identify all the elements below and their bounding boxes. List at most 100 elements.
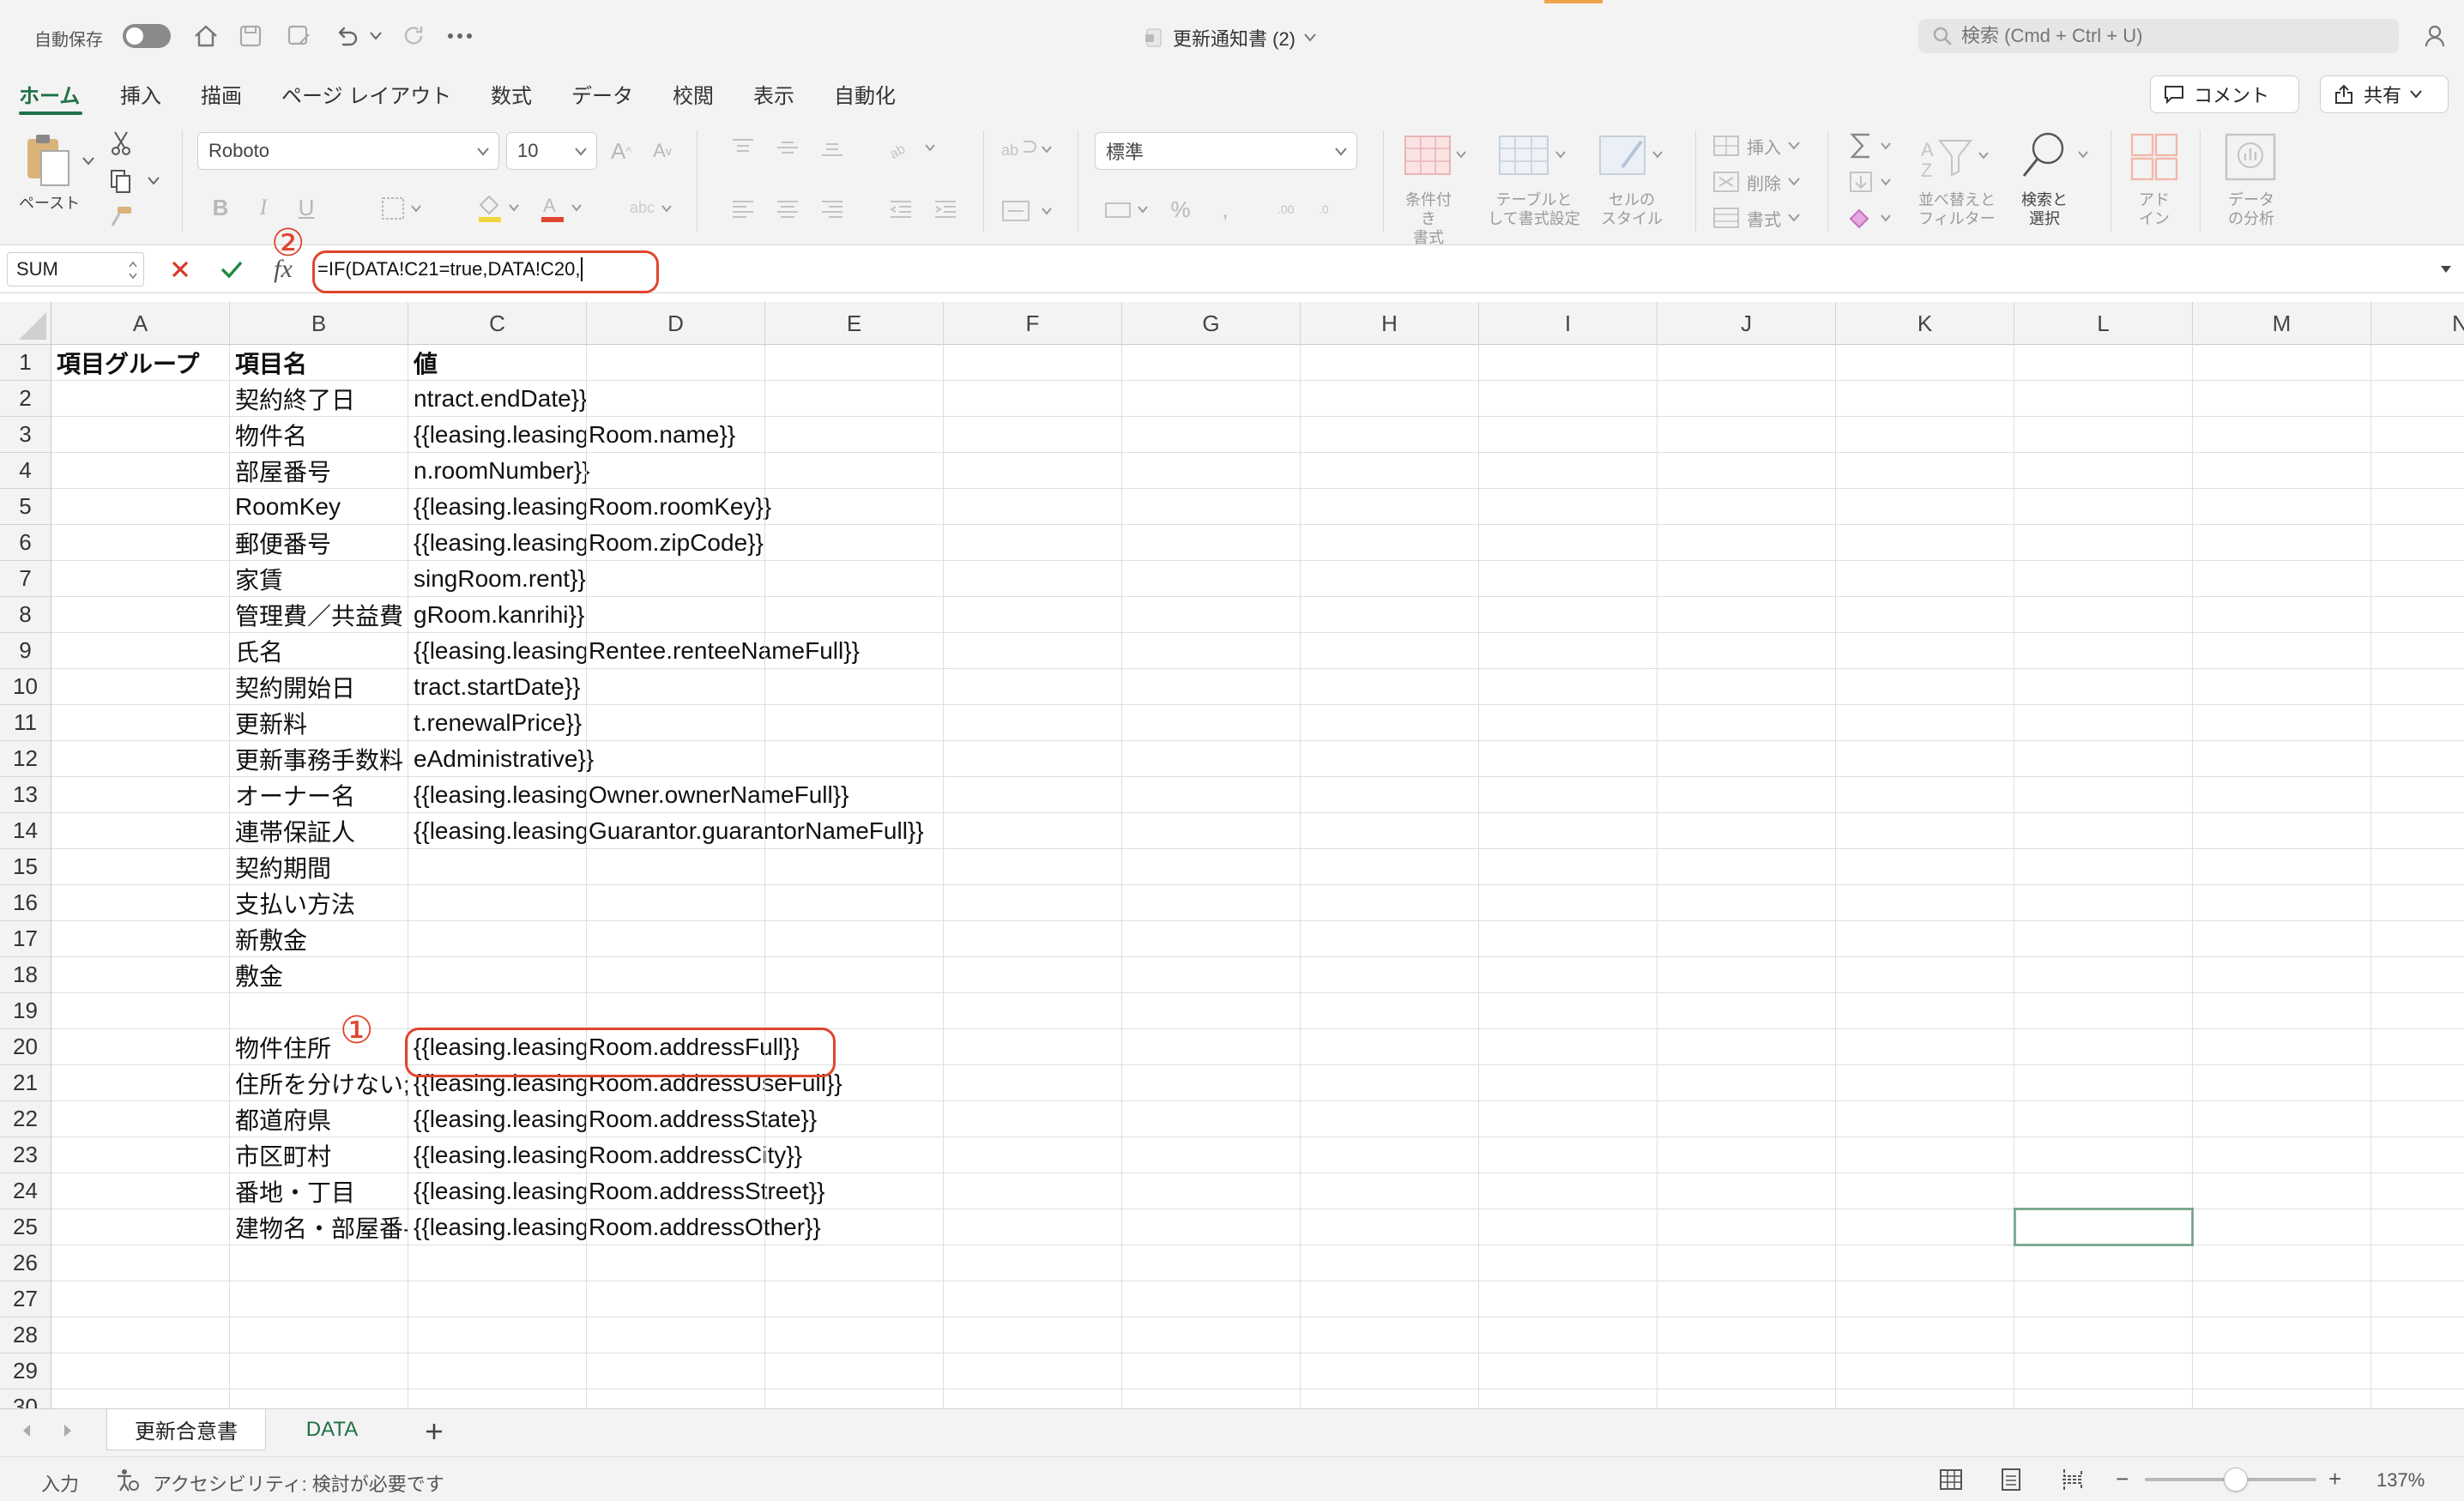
- cell-a23[interactable]: [51, 1137, 230, 1173]
- cell-a28[interactable]: [51, 1317, 230, 1353]
- tab-insert[interactable]: 挿入: [120, 79, 161, 109]
- cell-a2[interactable]: [51, 381, 230, 417]
- select-all-corner[interactable]: [0, 302, 51, 345]
- fill-icon[interactable]: [1845, 166, 1901, 197]
- cell-a27[interactable]: [51, 1281, 230, 1317]
- autosum-icon[interactable]: [1845, 129, 1901, 163]
- cell-b5[interactable]: RoomKey: [230, 489, 408, 525]
- search-box[interactable]: [1918, 19, 2399, 53]
- column-header-b[interactable]: B: [230, 302, 408, 345]
- cell-b30[interactable]: [230, 1389, 408, 1408]
- row-header[interactable]: 21: [0, 1065, 51, 1101]
- sort-filter-icon[interactable]: AZ: [1917, 129, 1999, 184]
- cell-a18[interactable]: [51, 957, 230, 993]
- cell-c1[interactable]: 値: [408, 345, 1060, 381]
- cell-a30[interactable]: [51, 1389, 230, 1408]
- tab-formulas[interactable]: 数式: [491, 79, 532, 109]
- row-header[interactable]: 5: [0, 489, 51, 525]
- row-header[interactable]: 4: [0, 453, 51, 489]
- cell-b20[interactable]: 物件住所: [230, 1029, 408, 1065]
- increase-font-icon[interactable]: A ^: [604, 132, 638, 170]
- comma-style-icon[interactable]: ,: [1208, 192, 1242, 226]
- cell-a12[interactable]: [51, 741, 230, 777]
- spreadsheet-grid[interactable]: ABCDEFGHIJKLMN 1 項目グループ 項目名値 2 契約終了日 ntract.e…: [0, 302, 2464, 1408]
- underline-icon[interactable]: U: [292, 190, 321, 225]
- previous-sheet-icon[interactable]: [15, 1420, 38, 1442]
- cell-a6[interactable]: [51, 525, 230, 561]
- save-icon[interactable]: [233, 19, 268, 53]
- cell-a5[interactable]: [51, 489, 230, 525]
- row-header[interactable]: 24: [0, 1173, 51, 1209]
- font-size-select[interactable]: 10: [506, 132, 597, 170]
- cell-b29[interactable]: [230, 1353, 408, 1389]
- cell-a25[interactable]: [51, 1209, 230, 1245]
- italic-icon[interactable]: I: [249, 190, 278, 225]
- conditional-format-icon[interactable]: [1398, 130, 1474, 184]
- cell-a22[interactable]: [51, 1101, 230, 1137]
- row-header[interactable]: 1: [0, 345, 51, 381]
- row-header[interactable]: 23: [0, 1137, 51, 1173]
- confirm-formula-icon[interactable]: [214, 254, 249, 285]
- row-header[interactable]: 27: [0, 1281, 51, 1317]
- cell-b4[interactable]: 部屋番号: [230, 453, 408, 489]
- cell-c9[interactable]: {{leasing.leasingRentee.renteeNameFull}}: [408, 633, 1060, 669]
- currency-format-icon[interactable]: [1098, 194, 1158, 225]
- tab-view[interactable]: 表示: [753, 79, 794, 109]
- cell-a16[interactable]: [51, 885, 230, 921]
- row-header[interactable]: 17: [0, 921, 51, 957]
- cell-b1[interactable]: 項目名: [230, 345, 408, 381]
- clear-icon[interactable]: [1845, 202, 1901, 233]
- row-header[interactable]: 8: [0, 597, 51, 633]
- cell-a21[interactable]: [51, 1065, 230, 1101]
- cell-c28[interactable]: [408, 1317, 1060, 1353]
- cell-b13[interactable]: オーナー名: [230, 777, 408, 813]
- number-format-select[interactable]: 標準: [1095, 132, 1357, 170]
- accessibility-icon[interactable]: [112, 1466, 142, 1493]
- column-header-l[interactable]: L: [2014, 302, 2193, 345]
- search-input[interactable]: [1961, 25, 2373, 47]
- comment-button[interactable]: コメント: [2150, 75, 2299, 113]
- increase-indent-icon[interactable]: [928, 194, 963, 225]
- row-header[interactable]: 12: [0, 741, 51, 777]
- autosave-toggle[interactable]: [123, 24, 171, 48]
- cell-b12[interactable]: 更新事務手数料: [230, 741, 408, 777]
- cancel-formula-icon[interactable]: [163, 254, 197, 285]
- fill-color-icon[interactable]: [474, 192, 525, 225]
- cell-b17[interactable]: 新敷金: [230, 921, 408, 957]
- cell-c15[interactable]: [408, 849, 1060, 885]
- cell-c17[interactable]: [408, 921, 1060, 957]
- cell-c29[interactable]: [408, 1353, 1060, 1389]
- row-header[interactable]: 2: [0, 381, 51, 417]
- cell-b8[interactable]: 管理費／共益費: [230, 597, 408, 633]
- cell-c4[interactable]: n.roomNumber}}: [408, 453, 1060, 489]
- cell-c8[interactable]: gRoom.kanrihi}}: [408, 597, 1060, 633]
- cell-b21[interactable]: 住所を分けない;: [230, 1065, 408, 1101]
- cell-b22[interactable]: 都道府県: [230, 1101, 408, 1137]
- copy-dropdown-icon[interactable]: [144, 172, 163, 190]
- column-header-m[interactable]: M: [2193, 302, 2371, 345]
- row-header[interactable]: 20: [0, 1029, 51, 1065]
- normal-view-icon[interactable]: [1936, 1466, 1966, 1493]
- cell-a1[interactable]: 項目グループ: [51, 345, 230, 381]
- cell-c14[interactable]: {{leasing.leasingGuarantor.guarantorName…: [408, 813, 1060, 849]
- align-center-icon[interactable]: [770, 194, 805, 225]
- zoom-slider-thumb[interactable]: [2224, 1468, 2248, 1492]
- row-header[interactable]: 15: [0, 849, 51, 885]
- cell-c22[interactable]: {{leasing.leasingRoom.addressState}}: [408, 1101, 1060, 1137]
- column-header-j[interactable]: J: [1658, 302, 1836, 345]
- cell-c2[interactable]: ntract.endDate}}: [408, 381, 1060, 417]
- home-icon[interactable]: [189, 19, 223, 53]
- decrease-font-icon[interactable]: Av: [645, 132, 679, 170]
- cell-b7[interactable]: 家賃: [230, 561, 408, 597]
- account-icon[interactable]: [2419, 19, 2454, 53]
- cell-b24[interactable]: 番地・丁目: [230, 1173, 408, 1209]
- row-header[interactable]: 3: [0, 417, 51, 453]
- insert-cells-button[interactable]: 挿入: [1712, 130, 1814, 161]
- cell-c26[interactable]: [408, 1245, 1060, 1281]
- row-header[interactable]: 19: [0, 993, 51, 1029]
- format-painter-icon[interactable]: [106, 202, 136, 232]
- cell-a14[interactable]: [51, 813, 230, 849]
- decrease-indent-icon[interactable]: [884, 194, 918, 225]
- row-header[interactable]: 13: [0, 777, 51, 813]
- cell-b9[interactable]: 氏名: [230, 633, 408, 669]
